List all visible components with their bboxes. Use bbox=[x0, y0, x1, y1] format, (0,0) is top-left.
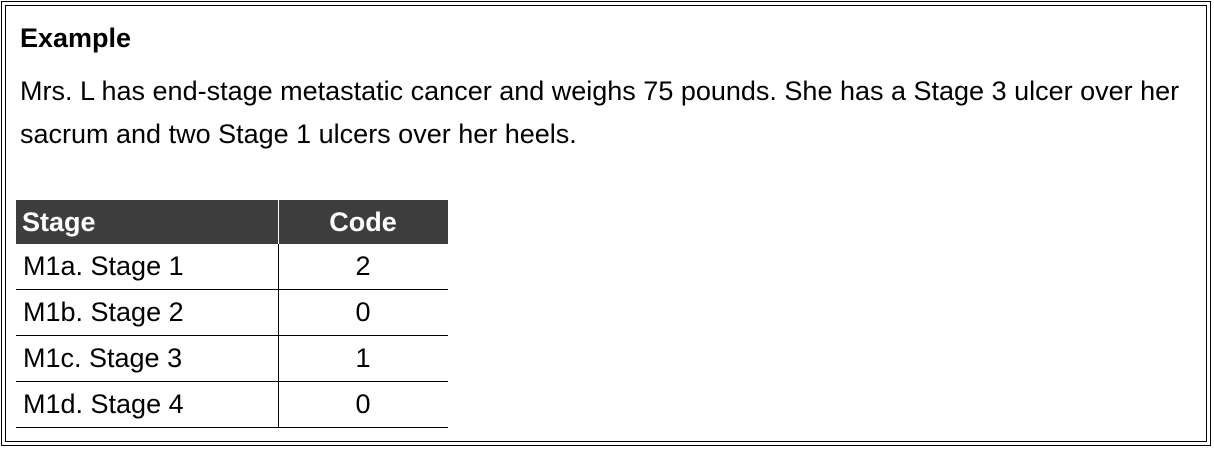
code-cell: 1 bbox=[278, 335, 448, 382]
stage-cell: M1b. Stage 2 bbox=[16, 289, 279, 336]
stage-code-table: Stage Code M1a. Stage 1 2 M1b. Stage 2 0… bbox=[16, 200, 448, 428]
table-row: M1c. Stage 3 1 bbox=[16, 335, 448, 382]
code-cell: 0 bbox=[278, 381, 448, 428]
column-header-stage: Stage bbox=[16, 200, 279, 244]
code-cell: 0 bbox=[278, 289, 448, 336]
example-heading: Example bbox=[20, 23, 132, 53]
table-row: M1d. Stage 4 0 bbox=[16, 381, 448, 428]
code-cell: 2 bbox=[278, 244, 448, 290]
table-header-row: Stage Code bbox=[16, 200, 448, 244]
stage-cell: M1d. Stage 4 bbox=[16, 381, 279, 428]
table-row: M1a. Stage 1 2 bbox=[16, 244, 448, 290]
stage-cell: M1c. Stage 3 bbox=[16, 335, 279, 382]
column-header-code: Code bbox=[278, 200, 448, 244]
stage-cell: M1a. Stage 1 bbox=[16, 244, 279, 290]
table-row: M1b. Stage 2 0 bbox=[16, 289, 448, 336]
example-paragraph: Mrs. L has end-stage metastatic cancer a… bbox=[20, 76, 1180, 149]
